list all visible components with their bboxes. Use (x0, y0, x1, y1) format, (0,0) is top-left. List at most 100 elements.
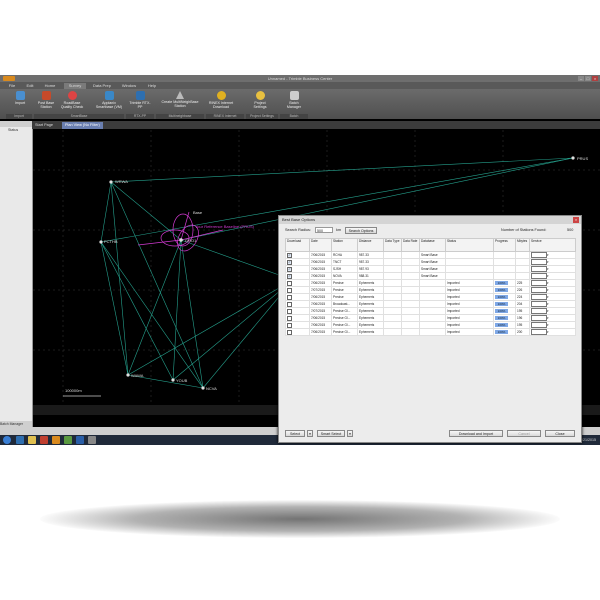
table-row[interactable]: ✓ 7/06/2015 RCHA 987.33 Smart Base ▾ (285, 251, 576, 259)
table-row[interactable]: 7/06/2015 Precise Gl... Ephemeris Imported 1… (285, 321, 576, 329)
cell-service: ▾ (529, 300, 576, 308)
create-multineighbase-button[interactable]: Create MultiNeighBase Station (160, 91, 200, 113)
table-row[interactable]: ✓ 7/06/2015 SJSH 987.93 Smart Base ▾ (285, 265, 576, 273)
service-select[interactable] (531, 252, 547, 258)
table-row[interactable]: ✓ 7/06/2015 TNCT 987.33 Smart Base ▾ (285, 258, 576, 266)
cancel-button[interactable]: Cancel (507, 430, 541, 437)
download-checkbox[interactable] (287, 315, 292, 321)
service-select[interactable] (531, 322, 547, 328)
service-select[interactable] (531, 273, 547, 279)
download-checkbox[interactable]: ✓ (287, 252, 292, 258)
station-label-wawa: WAWA (131, 373, 144, 378)
cell-data-rate (401, 251, 420, 259)
table-row[interactable]: ✓ 7/06/2015 NOVA 988.31 Smart Base ▾ (285, 272, 576, 280)
chevron-down-icon[interactable]: ▾ (547, 302, 549, 306)
chevron-down-icon[interactable]: ▾ (547, 253, 549, 257)
download-checkbox[interactable]: ✓ (287, 259, 292, 265)
misc-icon[interactable] (88, 436, 96, 444)
maximize-button[interactable]: □ (585, 76, 591, 81)
col-station[interactable]: Station (331, 238, 358, 252)
word-icon[interactable] (76, 436, 84, 444)
download-checkbox[interactable] (287, 287, 292, 293)
start-icon[interactable] (3, 436, 11, 444)
search-options-button[interactable]: Search Options (345, 227, 377, 234)
col-status[interactable]: Status (445, 238, 494, 252)
select-dropdown-icon[interactable]: ▾ (307, 430, 313, 437)
col-date[interactable]: Date (309, 238, 332, 252)
ie-icon[interactable] (16, 436, 24, 444)
chevron-down-icon[interactable]: ▾ (547, 267, 549, 271)
col-distance[interactable]: Distance (357, 238, 384, 252)
rinex-internet-download-button[interactable]: RINEX Internet Download (206, 91, 236, 113)
col-download[interactable]: Download (285, 238, 310, 252)
col-service[interactable]: Service (529, 238, 576, 252)
import-icon (15, 91, 25, 100)
tbc-icon[interactable] (52, 436, 60, 444)
post-base-station-button[interactable]: Post Base Station (34, 91, 58, 113)
chevron-down-icon[interactable]: ▾ (547, 309, 549, 313)
col-progress[interactable]: Progress (493, 238, 516, 252)
col-mbytes[interactable]: Mbytes (515, 238, 530, 252)
chevron-down-icon[interactable]: ▾ (547, 323, 549, 327)
service-select[interactable] (531, 329, 547, 335)
tab-plan-view[interactable]: Plan View (No Filter) (62, 122, 103, 129)
cell-distance: Ephemeris (357, 293, 384, 301)
smart-select-button[interactable]: Smart Select (317, 430, 345, 437)
dialog-close-icon[interactable]: × (573, 217, 579, 223)
download-checkbox[interactable] (287, 301, 292, 307)
service-select[interactable] (531, 266, 547, 272)
table-row[interactable]: 7/06/2015 Precise Gl... Ephemeris Imported 1… (285, 328, 576, 336)
title-bar: Unnamed - Trimble Business Center – □ × (0, 75, 600, 82)
chevron-down-icon[interactable]: ▾ (547, 330, 549, 334)
applanix-smartbase-button[interactable]: Applanix Smartbase (VM) (94, 91, 124, 113)
search-radius-input[interactable]: 500 (315, 227, 333, 233)
table-row[interactable]: 7/06/2015 Precise Ephemeris Imported 100% 224… (285, 293, 576, 301)
col-database[interactable]: Database (419, 238, 446, 252)
excel-icon[interactable] (64, 436, 72, 444)
table-row[interactable]: 7/06/2015 Precise Ephemeris Imported 100% 225… (285, 279, 576, 287)
import-button[interactable]: Import (8, 91, 32, 113)
table-row[interactable]: 7/07/2015 Precise Gl... Ephemeris Imported 1… (285, 307, 576, 315)
chevron-down-icon[interactable]: ▾ (547, 288, 549, 292)
download-checkbox[interactable] (287, 322, 292, 328)
download-checkbox[interactable] (287, 308, 292, 314)
service-select[interactable] (531, 301, 547, 307)
tab-start-page[interactable]: Start Page (32, 122, 56, 129)
close-button[interactable]: Close (545, 430, 575, 437)
roadbase-quality-check-button[interactable]: RoadBase Quality Check (60, 91, 84, 113)
folder-icon[interactable] (28, 436, 36, 444)
trimble-rtx-pp-button[interactable]: Trimble RTX-PP (128, 91, 152, 113)
cell-date: 7/06/2015 (309, 258, 332, 266)
download-checkbox[interactable] (287, 280, 292, 286)
download-checkbox[interactable] (287, 329, 292, 335)
table-row[interactable]: 7/06/2015 Broadcast... Ephemeris Imported 10… (285, 300, 576, 308)
table-row[interactable]: 7/07/2015 Precise Ephemeris Imported 100% 226… (285, 286, 576, 294)
table-row[interactable]: 7/06/2015 Precise Gl... Ephemeris Imported 1… (285, 314, 576, 322)
project-settings-button[interactable]: Project Settings (248, 91, 272, 113)
col-data-rate[interactable]: Data Rate (401, 238, 420, 252)
service-select[interactable] (531, 315, 547, 321)
close-window-button[interactable]: × (592, 76, 598, 81)
cell-data-rate (401, 314, 420, 322)
download-import-button[interactable]: Download and Import (449, 430, 503, 437)
select-button[interactable]: Select (285, 430, 305, 437)
batch-manager-button[interactable]: Batch Manager (282, 91, 306, 113)
chevron-down-icon[interactable]: ▾ (547, 281, 549, 285)
download-checkbox[interactable]: ✓ (287, 266, 292, 272)
chevron-down-icon[interactable]: ▾ (547, 260, 549, 264)
download-checkbox[interactable] (287, 294, 292, 300)
col-data-type[interactable]: Data Type (383, 238, 402, 252)
minimize-button[interactable]: – (578, 76, 584, 81)
smart-select-dropdown-icon[interactable]: ▾ (347, 430, 353, 437)
chevron-down-icon[interactable]: ▾ (547, 274, 549, 278)
service-select[interactable] (531, 259, 547, 265)
service-select[interactable] (531, 287, 547, 293)
cell-download (285, 307, 310, 315)
service-select[interactable] (531, 294, 547, 300)
app-icon[interactable] (40, 436, 48, 444)
download-checkbox[interactable]: ✓ (287, 273, 292, 279)
service-select[interactable] (531, 280, 547, 286)
chevron-down-icon[interactable]: ▾ (547, 295, 549, 299)
chevron-down-icon[interactable]: ▾ (547, 316, 549, 320)
service-select[interactable] (531, 308, 547, 314)
